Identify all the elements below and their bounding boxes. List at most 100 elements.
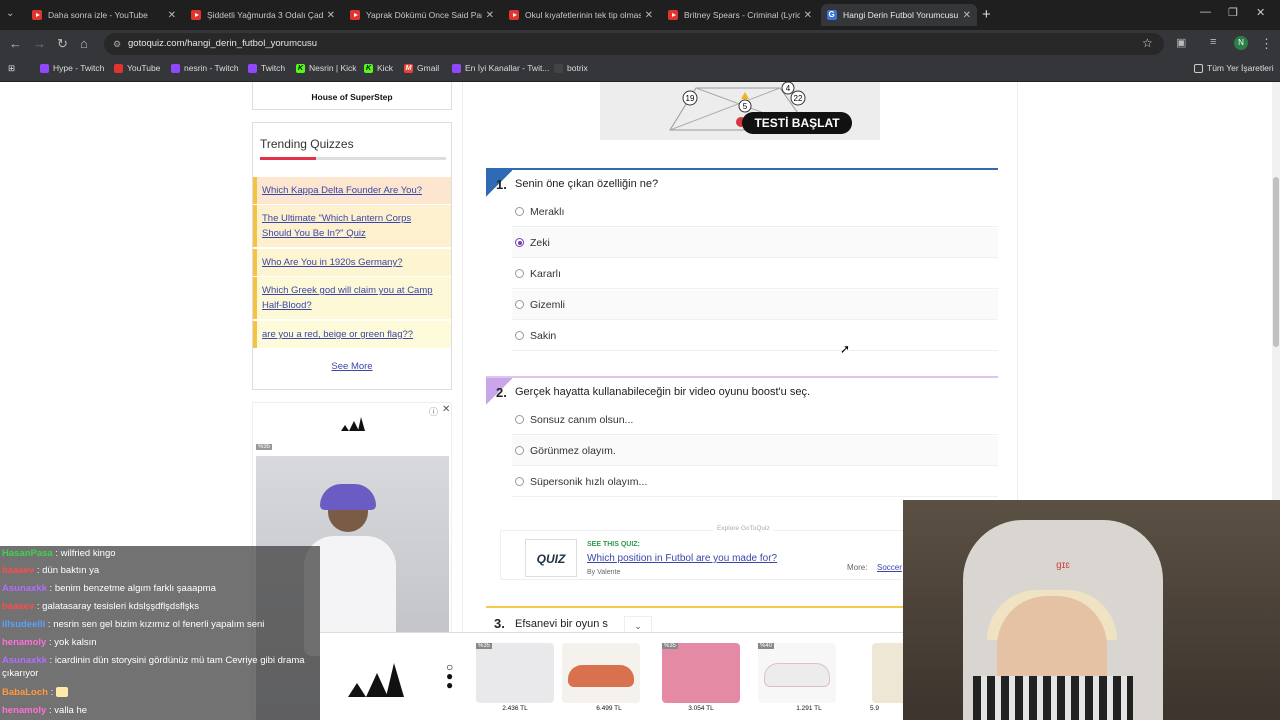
tab-3[interactable]: Yaprak Dökümü Once Said Parti ✕ (344, 4, 500, 26)
radio-button-checked[interactable] (515, 238, 524, 247)
tab-search-icon[interactable]: ⌄ (6, 8, 14, 19)
chat-message: baaaev : galatasaray tesisleri kdslşşdfl… (2, 601, 199, 612)
q1-option-3[interactable]: Kararlı (512, 259, 998, 289)
radio-button[interactable] (515, 415, 524, 424)
botrix-icon (554, 63, 563, 73)
bookmark-en-iyi-kanallar[interactable]: En İyi Kanallar - Twit... (452, 63, 549, 73)
minimize-icon[interactable]: — (1200, 6, 1211, 18)
close-icon[interactable]: ✕ (645, 10, 653, 21)
q1-option-2-selected[interactable]: Zeki (512, 228, 998, 258)
bookmarks-bar: ⊞ Hype - Twitch YouTube nesrin - Twitch … (0, 58, 1280, 82)
new-tab-button[interactable]: + (982, 6, 991, 23)
all-bookmarks-button[interactable]: Tüm Yer İşaretleri (1194, 63, 1274, 73)
menu-icon[interactable]: ⋮ (1260, 36, 1273, 52)
adidas-logo-icon (348, 663, 404, 697)
product-4[interactable] (758, 643, 836, 703)
bottom-ad-banner[interactable]: ○ ● ● %35 2.436 TL 6.499 TL %35 3.054 TL %… (320, 632, 910, 720)
gmail-icon: M (404, 63, 413, 73)
question-2-text: Gerçek hayatta kullanabileceğin bir vide… (515, 386, 811, 398)
chat-message: Asunaxkk : icardinin dün storysini gördü… (2, 655, 305, 679)
bookmark-youtube[interactable]: YouTube (114, 63, 160, 73)
tab-4[interactable]: Okul kıyafetlerinin tek tip olmas ✕ (503, 4, 659, 26)
see-more-link[interactable]: See More (253, 361, 451, 372)
radio-button[interactable] (515, 446, 524, 455)
ad-info-icon[interactable]: ⓘ (429, 405, 438, 418)
question-1-text: Senin öne çıkan özelliğin ne? (515, 178, 659, 190)
close-icon[interactable]: ✕ (327, 10, 335, 21)
radio-button[interactable] (515, 300, 524, 309)
trending-link-4[interactable]: Which Greek god will claim you at Camp H… (253, 277, 451, 319)
q2-option-3[interactable]: Süpersonik hızlı olayım... (512, 467, 998, 497)
more-soccer-link[interactable]: Soccer (877, 563, 902, 572)
gotoquiz-icon (827, 10, 837, 20)
bookmark-twitch[interactable]: Twitch (248, 63, 285, 73)
see-quiz-link[interactable]: Which position in Futbol are you made fo… (587, 553, 777, 564)
bookmark-star-icon[interactable]: ☆ (1142, 36, 1153, 50)
radio-button[interactable] (515, 269, 524, 278)
stream-chat-overlay: HasanPasa : wilfried kingo baaaev : dün … (0, 546, 320, 720)
trending-quizzes-panel: Trending Quizzes Which Kappa Delta Found… (252, 122, 452, 390)
radio-button[interactable] (515, 477, 524, 486)
quiz-logo-icon[interactable]: QUIZ (525, 539, 577, 577)
see-this-quiz-card: Explore GoToQuiz QUIZ SEE THIS QUIZ: Whi… (500, 525, 910, 580)
tab-6-active[interactable]: Hangi Derin Futbol Yorumcusu✕ (821, 4, 977, 26)
apps-icon[interactable]: ⊞ (8, 63, 15, 74)
tab-2[interactable]: Şiddetli Yağmurda 3 Odalı Çad ✕ (185, 4, 341, 26)
emote-icon (55, 687, 68, 698)
app-window: ⌄ Daha sonra izle - YouTube ✕ Şiddetli Ya… (0, 0, 1280, 720)
forward-icon[interactable]: → (33, 36, 46, 51)
bookmark-botrix[interactable]: botrix (554, 63, 588, 73)
ad-discount-badge: %35 (256, 444, 273, 450)
bookmark-kick[interactable]: K Kick (364, 63, 393, 73)
trending-underline (260, 157, 446, 160)
close-window-icon[interactable]: ✕ (1256, 6, 1265, 19)
ad-close-icon[interactable]: ✕ (442, 404, 450, 415)
q1-option-5[interactable]: Sakin (512, 321, 998, 351)
bookmark-hype-twitch[interactable]: Hype - Twitch (40, 63, 104, 73)
youtube-icon (191, 10, 201, 20)
reload-icon[interactable]: ↻ (57, 36, 68, 52)
bookmark-nesrin-twitch[interactable]: nesrin - Twitch (171, 63, 239, 73)
product-2[interactable] (562, 643, 640, 703)
close-icon[interactable]: ✕ (804, 10, 812, 21)
maximize-icon[interactable]: ❐ (1228, 6, 1238, 19)
youtube-icon (114, 63, 123, 73)
q2-option-2[interactable]: Görünmez olayım. (512, 436, 998, 466)
youtube-icon (32, 10, 42, 20)
profile-avatar[interactable]: N (1234, 36, 1248, 50)
product-3[interactable] (662, 643, 740, 703)
q2-option-1[interactable]: Sonsuz canım olsun... (512, 405, 998, 435)
svg-text:19: 19 (686, 94, 695, 103)
q1-option-1[interactable]: Meraklı (512, 197, 998, 227)
radio-button[interactable] (515, 331, 524, 340)
question-2-header: 2. Gerçek hayatta kullanabileceğin bir v… (486, 376, 998, 406)
radio-button[interactable] (515, 207, 524, 216)
close-icon[interactable]: ✕ (168, 10, 176, 21)
site-info-icon[interactable]: ⚙ (113, 33, 121, 55)
start-quiz-button[interactable]: TESTİ BAŞLAT (742, 112, 852, 134)
home-icon[interactable]: ⌂ (80, 36, 88, 51)
house-of-superstep-card[interactable]: House of SuperStep (252, 82, 452, 110)
q1-option-4[interactable]: Gizemli (512, 290, 998, 320)
media-icon[interactable]: ≡ (1210, 36, 1216, 48)
trending-link-5[interactable]: are you a red, beige or green flag?? (253, 321, 451, 348)
close-icon[interactable]: ✕ (963, 10, 971, 21)
product-1[interactable] (476, 643, 554, 703)
kick-icon: K (296, 63, 305, 73)
tab-5[interactable]: Britney Spears - Criminal (Lyrics ✕ (662, 4, 818, 26)
tab-1[interactable]: Daha sonra izle - YouTube ✕ (26, 4, 182, 26)
trending-link-3[interactable]: Who Are You in 1920s Germany? (253, 249, 451, 276)
address-bar[interactable]: ⚙ gotoquiz.com/hangi_derin_futbol_yorumcu… (104, 33, 1164, 55)
chat-message: henamoly : valla he (2, 705, 88, 716)
kick-icon: K (364, 63, 373, 73)
bookmark-nesrin-kick[interactable]: K Nesrin | Kick (296, 63, 357, 73)
bookmark-gmail[interactable]: M Gmail (404, 63, 439, 73)
ad-options-icon[interactable]: ○ ● ● (446, 661, 453, 691)
chat-message: henamoly : yok kalsın (2, 637, 97, 648)
extensions-icon[interactable]: ▣ (1176, 36, 1186, 49)
twitch-icon (452, 63, 461, 73)
trending-link-2[interactable]: The Ultimate "Which Lantern Corps Should… (253, 205, 451, 247)
trending-link-1[interactable]: Which Kappa Delta Founder Are You? (253, 177, 451, 204)
close-icon[interactable]: ✕ (486, 10, 494, 21)
back-icon[interactable]: ← (9, 36, 22, 51)
